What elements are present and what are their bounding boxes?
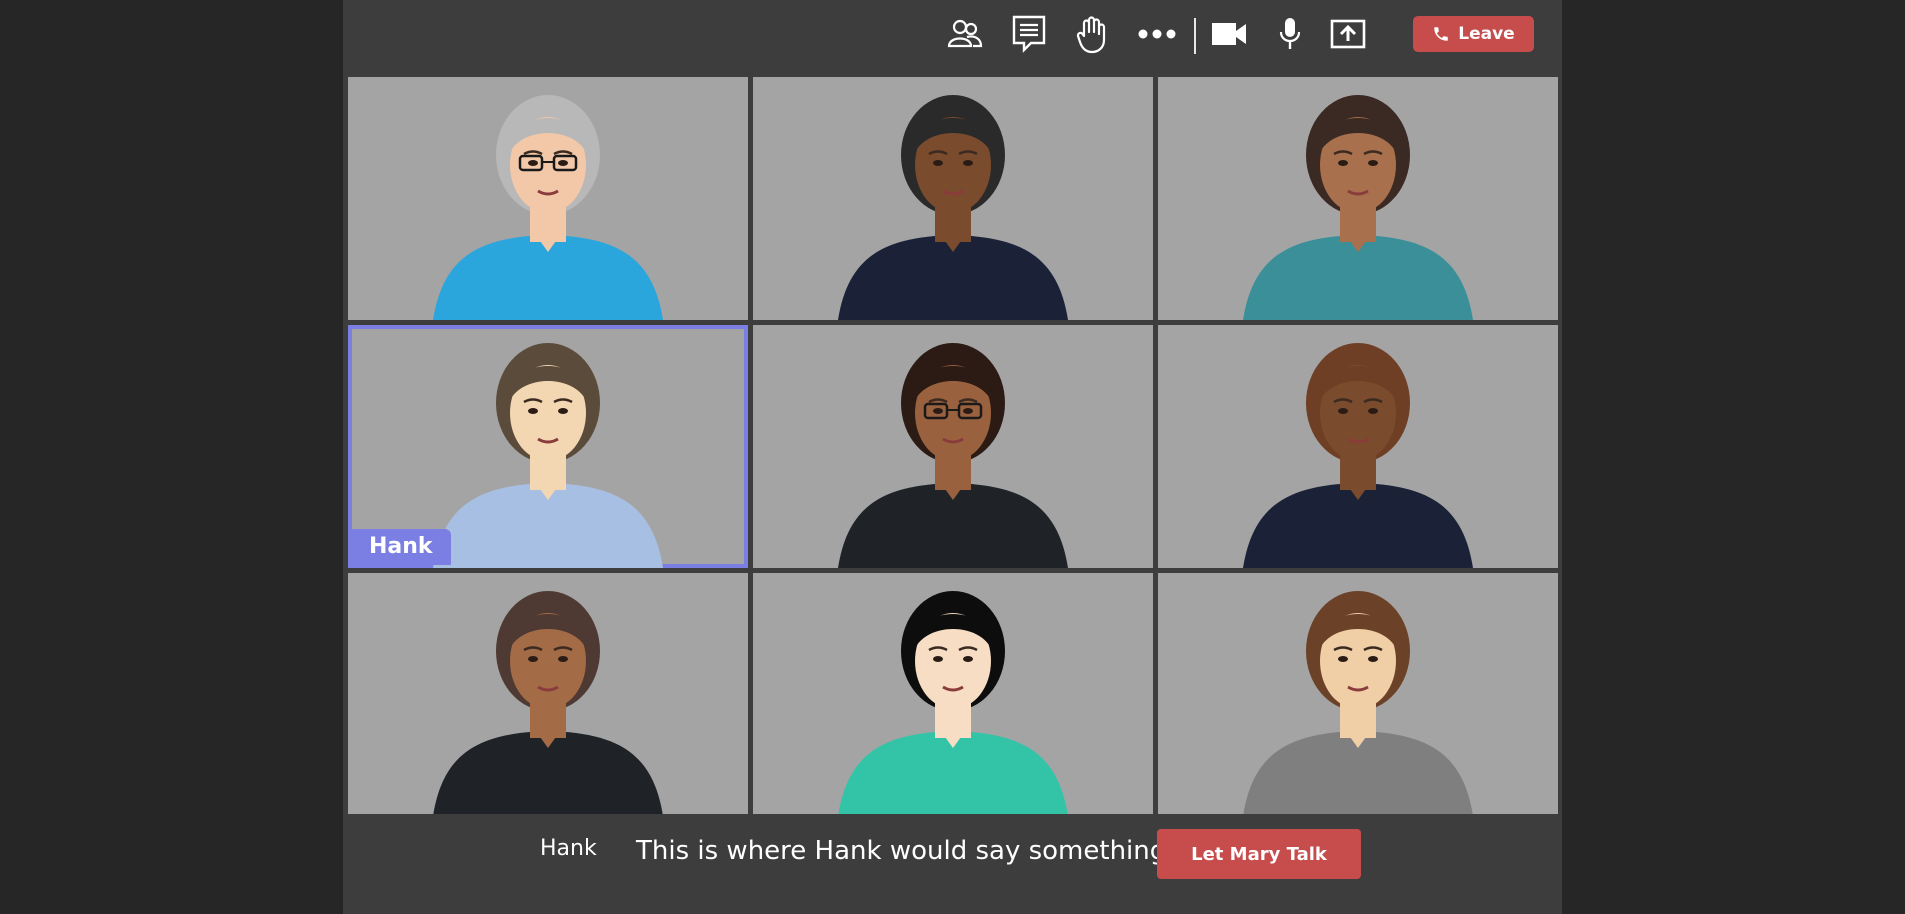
participant-tile[interactable]: [753, 77, 1153, 320]
people-icon[interactable]: [941, 10, 989, 58]
participant-tile[interactable]: [1158, 325, 1558, 568]
chat-icon[interactable]: [1005, 10, 1053, 58]
more-icon[interactable]: [1133, 10, 1181, 58]
participant-tile[interactable]: [1158, 77, 1558, 320]
caption-text: This is where Hank would say something.: [636, 836, 1175, 866]
participant-avatar: [433, 591, 663, 814]
share-screen-icon[interactable]: [1324, 10, 1372, 58]
participant-tile-active[interactable]: Hank: [348, 325, 748, 568]
toolbar-divider: [1194, 18, 1196, 54]
active-speaker-tag: Hank: [351, 529, 451, 565]
meeting-window: Leave Hank Hank This is where Hank would…: [343, 0, 1562, 914]
participant-tile[interactable]: [348, 77, 748, 320]
let-mary-talk-button[interactable]: Let Mary Talk: [1157, 829, 1361, 879]
participant-avatar: [1243, 343, 1473, 568]
participant-tile[interactable]: [753, 573, 1153, 814]
camera-icon[interactable]: [1205, 10, 1253, 58]
participant-tile[interactable]: [348, 573, 748, 814]
toolbar: Leave: [343, 0, 1562, 72]
participant-avatar: [1243, 95, 1473, 320]
leave-label: Leave: [1458, 24, 1515, 44]
participant-avatar: [838, 591, 1068, 814]
participant-tile[interactable]: [1158, 573, 1558, 814]
caption-speaker: Hank: [540, 836, 597, 861]
participant-avatar: [838, 95, 1068, 320]
participant-avatar: [433, 95, 663, 320]
participant-tile[interactable]: [753, 325, 1153, 568]
microphone-icon[interactable]: [1266, 10, 1314, 58]
participant-avatar: [1243, 591, 1473, 814]
leave-button[interactable]: Leave: [1413, 16, 1534, 52]
phone-icon: [1434, 27, 1449, 41]
participant-avatar: [838, 343, 1068, 568]
video-grid: Hank: [348, 77, 1559, 814]
raise-hand-icon[interactable]: [1067, 10, 1115, 58]
